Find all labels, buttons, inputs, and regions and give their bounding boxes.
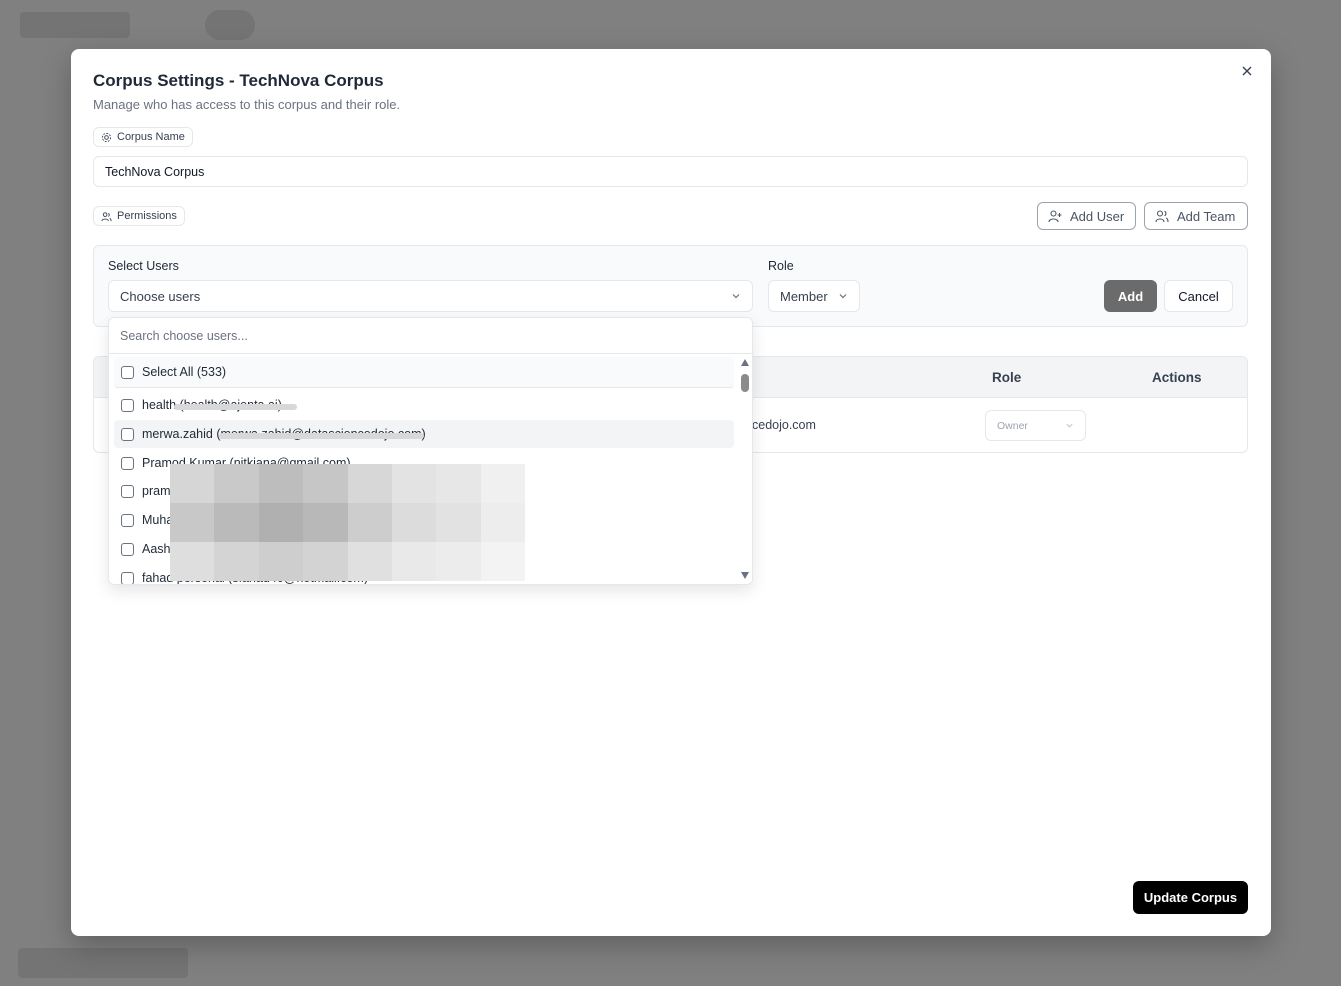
row-role-select: Owner: [985, 410, 1086, 441]
select-users-panel: Select Users Choose users Role Member Ad…: [93, 245, 1248, 327]
add-team-label: Add Team: [1177, 208, 1236, 224]
user-option-label: pram: [142, 484, 171, 498]
role-select[interactable]: Member: [768, 280, 860, 312]
permissions-label: Permissions: [117, 210, 177, 222]
checkbox[interactable]: [121, 484, 134, 498]
update-corpus-button[interactable]: Update Corpus: [1133, 881, 1248, 914]
gear-icon: [101, 132, 112, 142]
cancel-button[interactable]: Cancel: [1164, 280, 1233, 312]
scrollbar-thumb[interactable]: [741, 374, 749, 392]
dialog-description: Manage who has access to this corpus and…: [93, 97, 401, 112]
user-plus-icon: [1048, 210, 1062, 223]
chevron-down-icon: [732, 294, 740, 299]
dropdown-scrollbar[interactable]: [737, 354, 752, 584]
role-column-header: Role: [992, 370, 1022, 385]
dropdown-search-input[interactable]: Search choose users...: [109, 318, 752, 354]
user-option-label: Aash: [142, 542, 171, 556]
checkbox[interactable]: [121, 398, 134, 412]
select-all-label: Select All (533): [142, 365, 227, 379]
checkbox[interactable]: [121, 571, 134, 584]
bg-avatar: [205, 10, 255, 40]
row-role-value: Owner: [997, 419, 1028, 432]
checkbox[interactable]: [121, 427, 134, 441]
chevron-down-icon: [1066, 423, 1073, 428]
add-user-button[interactable]: Add User: [1037, 202, 1136, 230]
add-user-label: Add User: [1070, 208, 1125, 224]
choose-users-placeholder: Choose users: [120, 288, 201, 304]
corpus-name-input[interactable]: TechNova Corpus: [93, 156, 1248, 187]
dropdown-list: Select All (533) health (health@ajenta.a…: [109, 354, 737, 584]
user-option-label: Muha: [142, 513, 174, 527]
team-icon: [1155, 210, 1169, 223]
corpus-name-label: Corpus Name: [117, 131, 185, 143]
role-label: Role: [768, 259, 794, 273]
redaction-bar: [219, 433, 424, 439]
close-icon[interactable]: [1237, 61, 1257, 81]
role-select-value: Member: [780, 288, 828, 304]
users-icon: [101, 211, 112, 221]
bg-logo: [20, 12, 130, 38]
checkbox[interactable]: [121, 365, 134, 379]
add-team-button[interactable]: Add Team: [1144, 202, 1248, 230]
bg-user-menu: [18, 948, 188, 978]
chevron-down-icon: [839, 294, 847, 299]
select-all-option[interactable]: Select All (533): [114, 357, 734, 388]
add-button[interactable]: Add: [1104, 280, 1157, 312]
permissions-chip: Permissions: [93, 206, 185, 226]
dialog-title: Corpus Settings - TechNova Corpus: [93, 71, 384, 90]
corpus-settings-dialog: Corpus Settings - TechNova Corpus Manage…: [71, 49, 1271, 936]
redaction-bar: [174, 404, 297, 410]
checkbox[interactable]: [121, 456, 134, 470]
checkbox[interactable]: [121, 542, 134, 556]
redaction-pixelation: [170, 464, 525, 581]
checkbox[interactable]: [121, 513, 134, 527]
scroll-down-icon[interactable]: [741, 572, 749, 579]
corpus-name-chip: Corpus Name: [93, 127, 193, 147]
list-item[interactable]: merwa.zahid (merwa.zahid@datasciencedojo…: [114, 420, 734, 448]
table-row-email: cedojo.com: [752, 418, 816, 432]
select-users-label: Select Users: [108, 259, 179, 273]
choose-users-select[interactable]: Choose users: [108, 280, 753, 312]
actions-column-header: Actions: [1152, 370, 1202, 385]
scroll-up-icon[interactable]: [741, 359, 749, 366]
users-dropdown: Search choose users... Select All (533) …: [108, 317, 753, 585]
